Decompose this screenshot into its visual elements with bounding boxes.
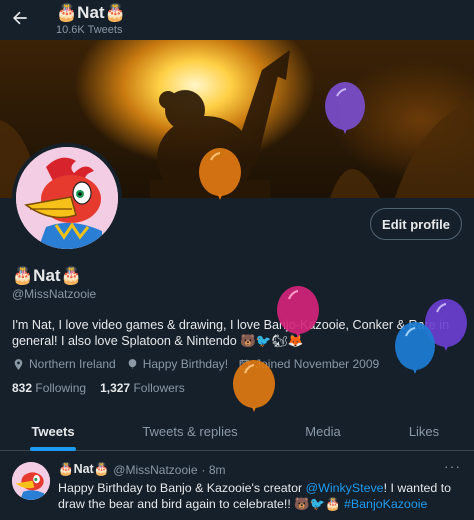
location-text: Northern Ireland — [29, 357, 116, 371]
follow-stats: 832 Following 1,327 Followers — [12, 381, 185, 395]
back-arrow-icon[interactable] — [10, 8, 30, 28]
tab-tweets[interactable]: Tweets — [8, 411, 98, 451]
location-item: Northern Ireland — [12, 357, 116, 371]
edit-profile-button[interactable]: Edit profile — [370, 208, 462, 240]
profile-meta: Northern Ireland Happy Birthday! Joined … — [12, 357, 379, 371]
tweet-hashtag-link[interactable]: #BanjoKazooie — [344, 497, 427, 511]
joined-item: Joined November 2009 — [238, 357, 379, 371]
more-icon[interactable]: ··· — [444, 458, 461, 474]
profile-tabs: Tweets Tweets & replies Media Likes — [0, 411, 474, 451]
location-icon — [14, 358, 23, 370]
tab-likes[interactable]: Likes — [388, 411, 460, 451]
tweet-display-name[interactable]: 🎂Nat🎂 — [58, 462, 109, 477]
tab-media[interactable]: Media — [286, 411, 360, 451]
calendar-icon — [239, 359, 250, 369]
profile-bio: I'm Nat, I love video games & drawing, I… — [12, 318, 450, 348]
profile-avatar[interactable] — [12, 143, 122, 253]
following-link[interactable]: 832 Following — [12, 381, 86, 395]
top-bar: 🎂Nat🎂 10.6K Tweets — [0, 0, 474, 40]
profile-handle: @MissNatzooie — [12, 287, 97, 301]
joined-text: Joined November 2009 — [255, 357, 380, 371]
tweet-mention-link[interactable]: @WinkySteve — [306, 481, 384, 495]
tweet-handle[interactable]: @MissNatzooie — [113, 463, 197, 477]
header-display-name: 🎂Nat🎂 — [56, 3, 126, 22]
profile-display-name: 🎂Nat🎂 — [12, 266, 82, 285]
tweet-time[interactable]: · 8m — [202, 463, 226, 477]
birthday-item: Happy Birthday! — [126, 357, 228, 371]
birthday-text: Happy Birthday! — [142, 357, 229, 371]
active-tab-indicator — [30, 447, 76, 451]
tab-tweets-replies[interactable]: Tweets & replies — [128, 411, 252, 451]
tweet-text: Happy Birthday to Banjo & Kazooie's crea… — [58, 481, 452, 511]
tweet[interactable]: 🎂Nat🎂 @MissNatzooie · 8m ··· Happy Birth… — [0, 452, 474, 520]
tweet-avatar[interactable] — [12, 462, 50, 500]
followers-link[interactable]: 1,327 Followers — [100, 381, 185, 395]
tweet-header: 🎂Nat🎂 @MissNatzooie · 8m — [58, 462, 226, 477]
header-tweet-count: 10.6K Tweets — [56, 24, 123, 36]
balloon-icon — [128, 358, 137, 369]
